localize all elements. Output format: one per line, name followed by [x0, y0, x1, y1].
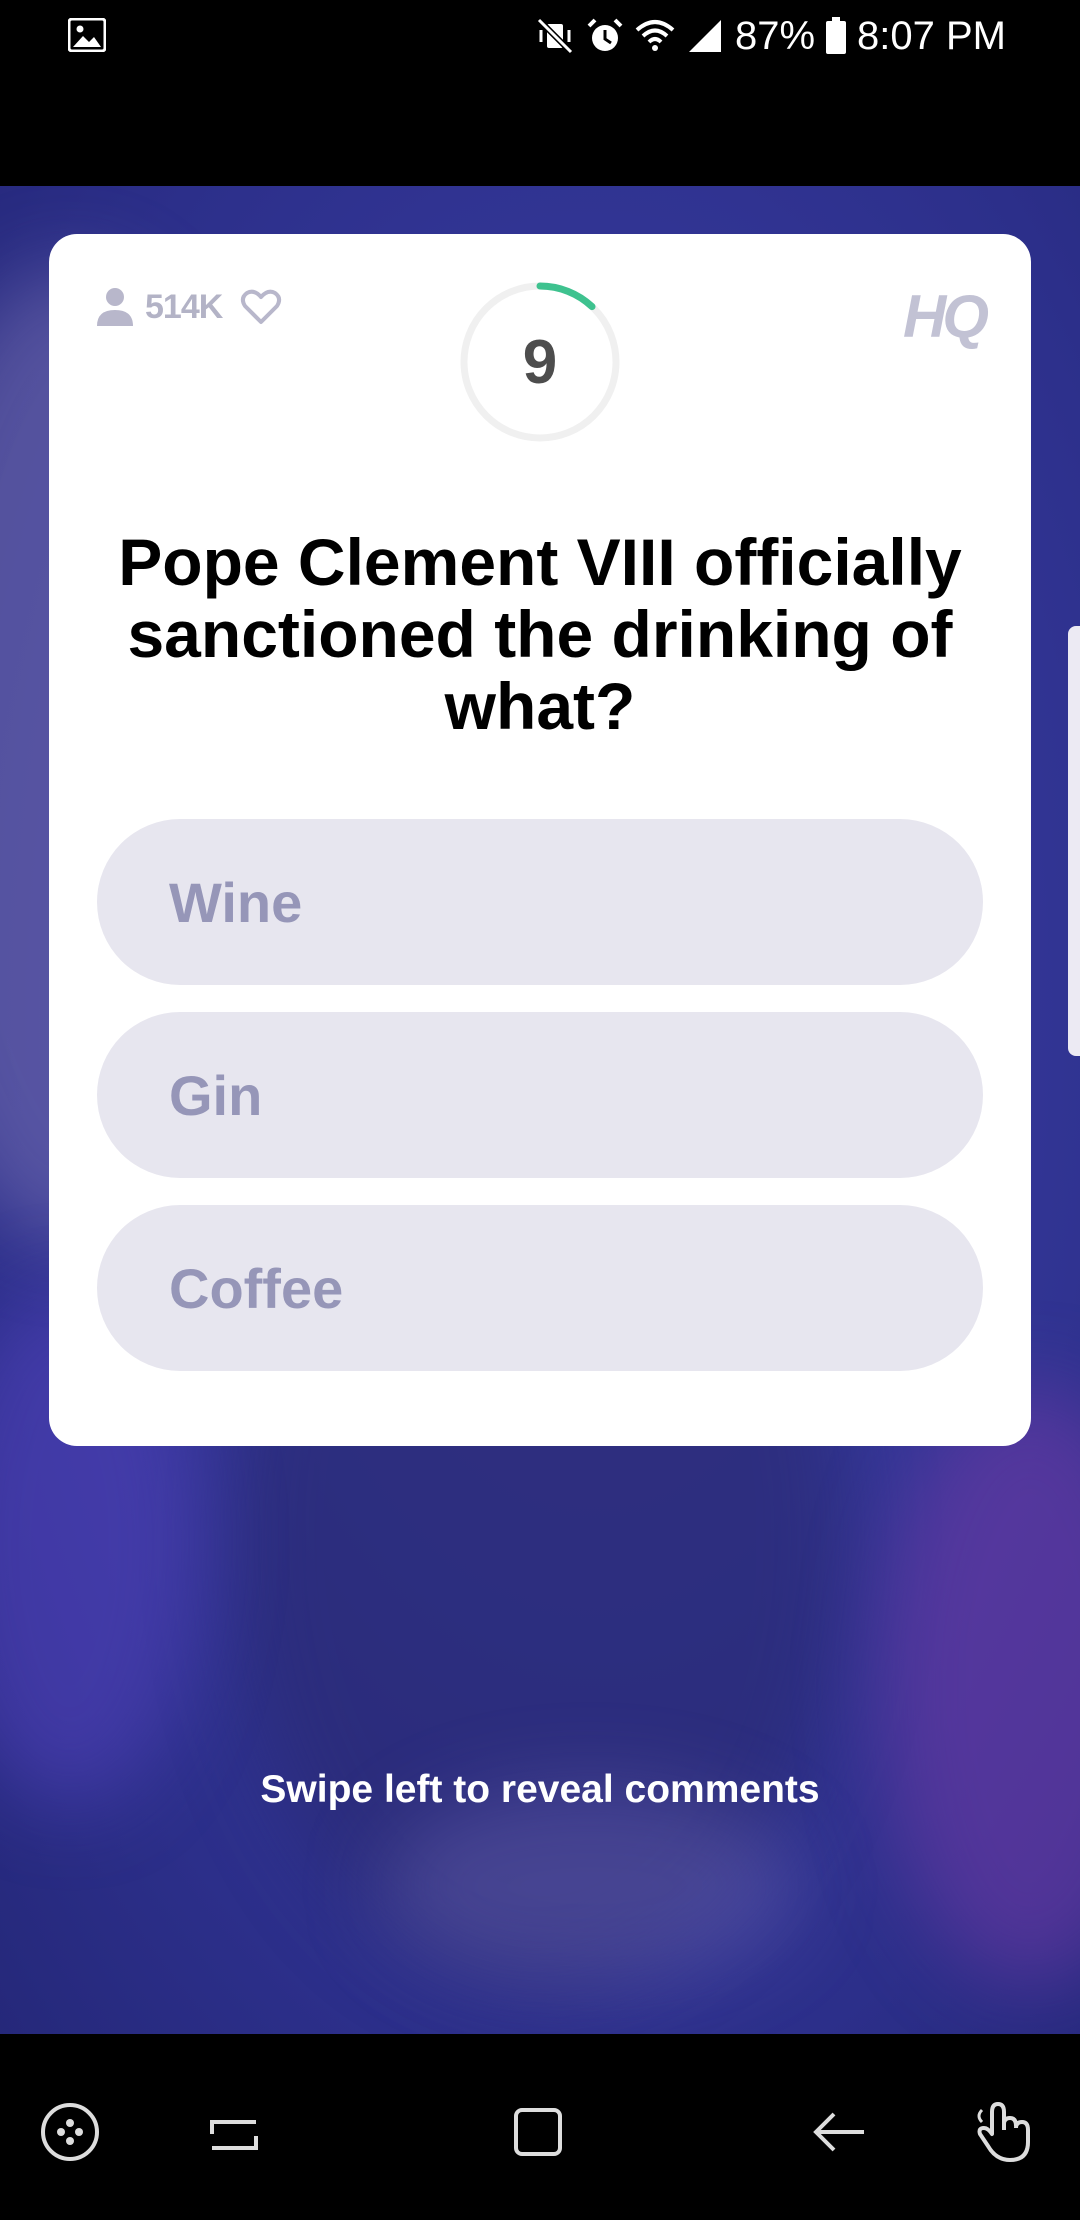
answer-option-1[interactable]: Wine: [97, 819, 983, 985]
answer-option-3[interactable]: Coffee: [97, 1205, 983, 1371]
swipe-hint: Swipe left to reveal comments: [260, 1768, 820, 1811]
game-tools-icon[interactable]: [38, 2100, 102, 2164]
question-text: Pope Clement VIII officially sanctioned …: [118, 525, 962, 743]
status-bar: 87% 8:07 PM: [0, 0, 1080, 72]
navigation-bar: [0, 2034, 1080, 2220]
mute-vibrate-icon: [536, 17, 574, 55]
recent-apps-icon[interactable]: [202, 2100, 266, 2164]
user-icon: [97, 288, 133, 326]
battery-icon: [826, 17, 847, 54]
timer-count: 9: [522, 327, 558, 397]
camera-strip: [0, 72, 1080, 186]
gallery-icon: [68, 18, 106, 52]
assistant-hand-icon[interactable]: [972, 2100, 1036, 2164]
comments-drawer-handle[interactable]: [1068, 626, 1080, 1056]
hq-logo: HQ: [903, 283, 989, 350]
home-icon[interactable]: [506, 2100, 570, 2164]
wifi-icon: [635, 20, 675, 51]
viewer-stats: 514K: [95, 286, 282, 328]
battery-percent: 87%: [734, 13, 816, 58]
clock: 8:07 PM: [857, 13, 1006, 58]
alarm-icon: [587, 18, 623, 51]
answer-option-2[interactable]: Gin: [97, 1012, 983, 1178]
question-card: 514K 9 HQ Pope Clement VIII officially s…: [49, 234, 1031, 1446]
viewer-count: 514K: [145, 287, 223, 326]
back-icon[interactable]: [808, 2100, 872, 2164]
signal-icon: [688, 20, 721, 52]
countdown-timer: 9: [458, 280, 622, 444]
heart-icon: [241, 289, 282, 324]
